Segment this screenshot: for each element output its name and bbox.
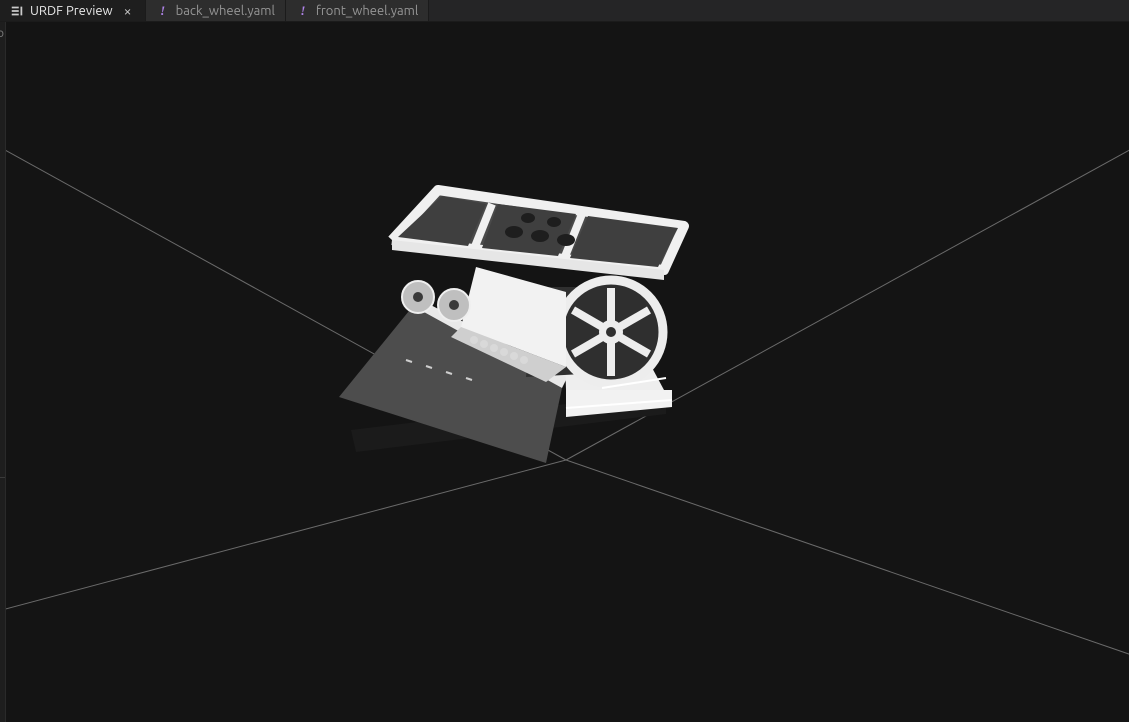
tab-front-wheel[interactable]: ! front_wheel.yaml — [286, 0, 429, 21]
urdf-3d-viewport[interactable] — [6, 22, 1129, 722]
tab-label: front_wheel.yaml — [316, 4, 418, 18]
preview-icon — [10, 4, 24, 18]
scene-canvas[interactable] — [6, 22, 1129, 722]
robot-model — [339, 190, 684, 463]
tab-label: URDF Preview — [30, 4, 113, 18]
editor-gutter: o — [0, 22, 6, 722]
tab-label: back_wheel.yaml — [176, 4, 275, 18]
cut-off-text: o — [0, 28, 4, 40]
close-icon[interactable]: × — [121, 4, 135, 18]
tab-bar: URDF Preview × ! back_wheel.yaml ! front… — [0, 0, 1129, 22]
yaml-icon: ! — [156, 4, 170, 18]
tab-urdf-preview[interactable]: URDF Preview × — [0, 0, 146, 21]
tab-back-wheel[interactable]: ! back_wheel.yaml — [146, 0, 286, 21]
yaml-icon: ! — [296, 4, 310, 18]
gutter-separator — [0, 477, 5, 478]
